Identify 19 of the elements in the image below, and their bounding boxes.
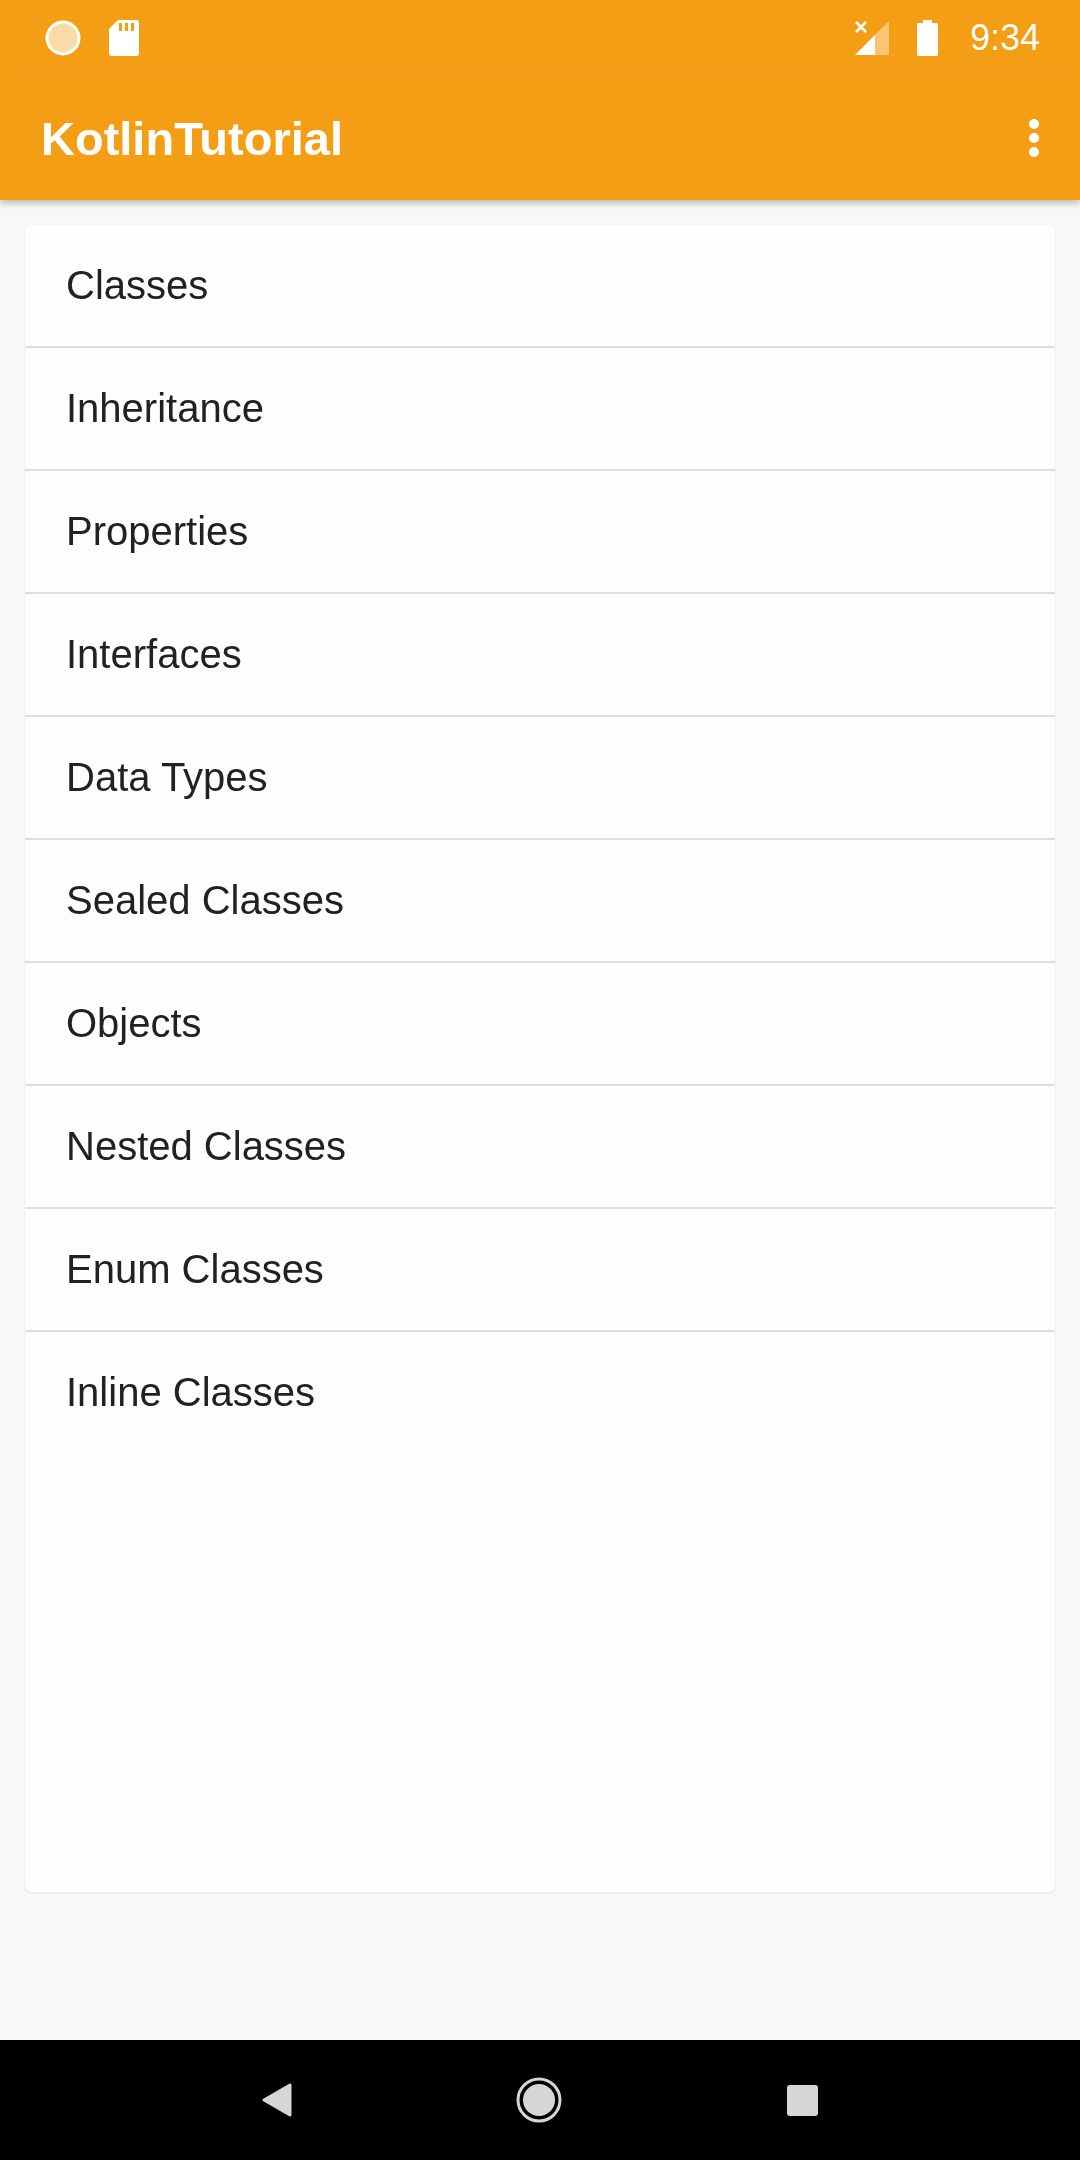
- list-item[interactable]: Inline Classes: [25, 1332, 1055, 1453]
- no-signal-icon: [854, 21, 889, 55]
- list-item[interactable]: Inheritance: [25, 348, 1055, 471]
- recents-icon[interactable]: [786, 2084, 818, 2116]
- list-item[interactable]: Interfaces: [25, 594, 1055, 717]
- app-title: KotlinTutorial: [41, 110, 344, 166]
- list-item[interactable]: Enum Classes: [25, 1209, 1055, 1332]
- status-time: 9:34: [969, 20, 1040, 56]
- home-icon[interactable]: [516, 2077, 563, 2123]
- back-icon[interactable]: [262, 2083, 293, 2117]
- circle-icon: [45, 20, 81, 56]
- list-item[interactable]: Nested Classes: [25, 1086, 1055, 1209]
- list-item[interactable]: Properties: [25, 471, 1055, 594]
- list-item[interactable]: Data Types: [25, 717, 1055, 840]
- list-item[interactable]: Objects: [25, 963, 1055, 1086]
- list-item[interactable]: Classes: [25, 225, 1055, 348]
- list-item[interactable]: Sealed Classes: [25, 840, 1055, 963]
- battery-icon: [916, 20, 938, 56]
- sd-card-icon: [109, 20, 139, 56]
